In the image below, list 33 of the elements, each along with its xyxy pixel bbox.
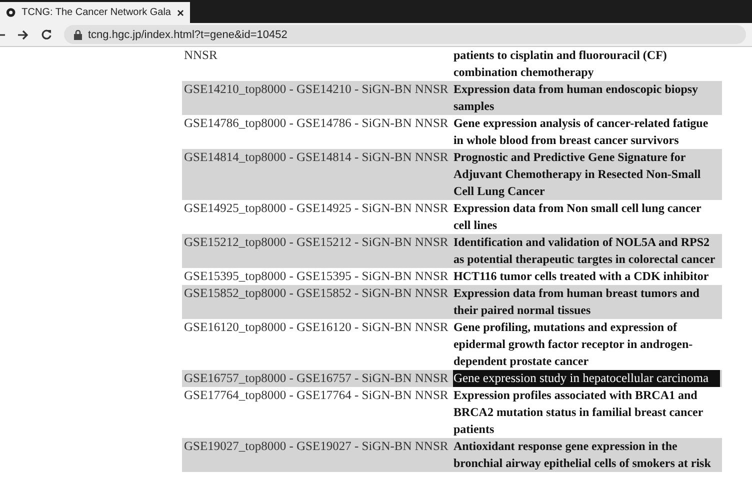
dataset-link[interactable]: GSE14786_top8000 - GSE14786 - SiGN-BN NNSR: [182, 115, 452, 149]
dataset-link[interactable]: GSE19027_top8000 - GSE19027 - SiGN-BN NNSR: [182, 438, 452, 472]
dataset-link[interactable]: GSE17764_top8000 - GSE17764 - SiGN-BN NNSR: [182, 387, 452, 438]
description-cell: patients to cisplatin and fluorouracil (CF) combination chemotherapy: [451, 47, 722, 81]
description-cell: HCT116 tumor cells treated with a CDK inhibitor: [451, 268, 722, 285]
description-cell: Prognostic and Predictive Gene Signature for Adjuvant Chemotherapy in Resected Non-Small Cell Lung Cancer: [451, 149, 722, 200]
description-cell: Expression data from Non small cell lung cancer cell lines: [451, 200, 722, 234]
dataset-link[interactable]: GSE16757_top8000 - GSE16757 - SiGN-BN NNSR: [182, 370, 452, 387]
dataset-link[interactable]: GSE15395_top8000 - GSE15395 - SiGN-BN NNSR: [182, 268, 452, 285]
highlighted-description: Gene expression study in hepatocellular carcinoma: [453, 370, 720, 387]
description-cell: Gene profiling, mutations and expression of epidermal growth factor receptor in androgen-dependent prostate cancer: [451, 319, 722, 370]
url-text: tcng.hgc.jp/index.html?t=gene&id=10452: [88, 28, 288, 40]
address-bar[interactable]: tcng.hgc.jp/index.html?t=gene&id=10452: [64, 25, 746, 44]
dataset-link[interactable]: GSE15852_top8000 - GSE15852 - SiGN-BN NNSR: [182, 285, 452, 319]
dataset-link[interactable]: NNSR: [182, 47, 452, 81]
description-cell: Identification and validation of NOL5A and RPS2 as potential therapeutic targtes in colorectal cancer: [451, 234, 722, 268]
dataset-link[interactable]: GSE14814_top8000 - GSE14814 - SiGN-BN NNSR: [182, 149, 452, 200]
description-cell: Expression data from human breast tumors and their paired normal tissues: [451, 285, 722, 319]
tab-title: TCNG: The Cancer Network Gala: [22, 7, 171, 18]
description-cell: Gene expression analysis of cancer-related fatigue in whole blood from breast cancer survivors: [451, 115, 722, 149]
description-cell: Antioxidant response gene expression in the bronchial airway epithelial cells of smokers at risk: [451, 438, 722, 472]
description-cell: Expression data from human endoscopic biopsy samples: [451, 81, 722, 115]
reload-icon[interactable]: [41, 29, 52, 40]
dataset-link[interactable]: GSE16120_top8000 - GSE16120 - SiGN-BN NNSR: [182, 319, 452, 370]
favicon-icon: [6, 7, 16, 18]
browser-tab[interactable]: TCNG: The Cancer Network Gala ×: [0, 2, 190, 23]
forward-icon[interactable]: [17, 30, 29, 40]
description-cell: Expression profiles associated with BRCA1 and BRCA2 mutation status in familial breast cancer patients: [451, 387, 722, 438]
dataset-link[interactable]: GSE14210_top8000 - GSE14210 - SiGN-BN NNSR: [182, 81, 452, 115]
dataset-link[interactable]: GSE14925_top8000 - GSE14925 - SiGN-BN NNSR: [182, 200, 452, 234]
close-tab-button[interactable]: ×: [176, 6, 184, 20]
dataset-link[interactable]: GSE15212_top8000 - GSE15212 - SiGN-BN NNSR: [182, 234, 452, 268]
lock-icon: [74, 30, 82, 40]
